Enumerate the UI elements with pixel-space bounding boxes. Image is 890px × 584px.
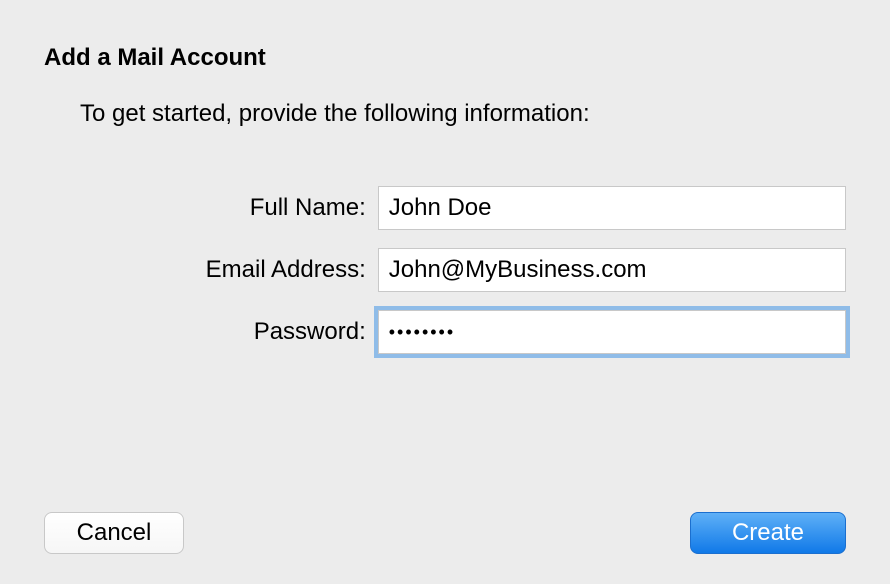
email-row: Email Address: xyxy=(44,248,846,292)
email-label: Email Address: xyxy=(44,256,378,284)
full-name-input[interactable] xyxy=(378,186,846,230)
dialog-subtitle: To get started, provide the following in… xyxy=(80,100,846,128)
password-label: Password: xyxy=(44,318,378,346)
create-button[interactable]: Create xyxy=(690,512,846,554)
add-mail-account-dialog: Add a Mail Account To get started, provi… xyxy=(0,0,890,354)
button-bar: Cancel Create xyxy=(44,512,846,554)
password-input[interactable]: •••••••• xyxy=(378,310,846,354)
cancel-button[interactable]: Cancel xyxy=(44,512,184,554)
full-name-label: Full Name: xyxy=(44,194,378,222)
email-input[interactable] xyxy=(378,248,846,292)
full-name-row: Full Name: xyxy=(44,186,846,230)
password-row: Password: •••••••• xyxy=(44,310,846,354)
account-form: Full Name: Email Address: Password: ••••… xyxy=(44,186,846,354)
dialog-title: Add a Mail Account xyxy=(44,44,846,72)
